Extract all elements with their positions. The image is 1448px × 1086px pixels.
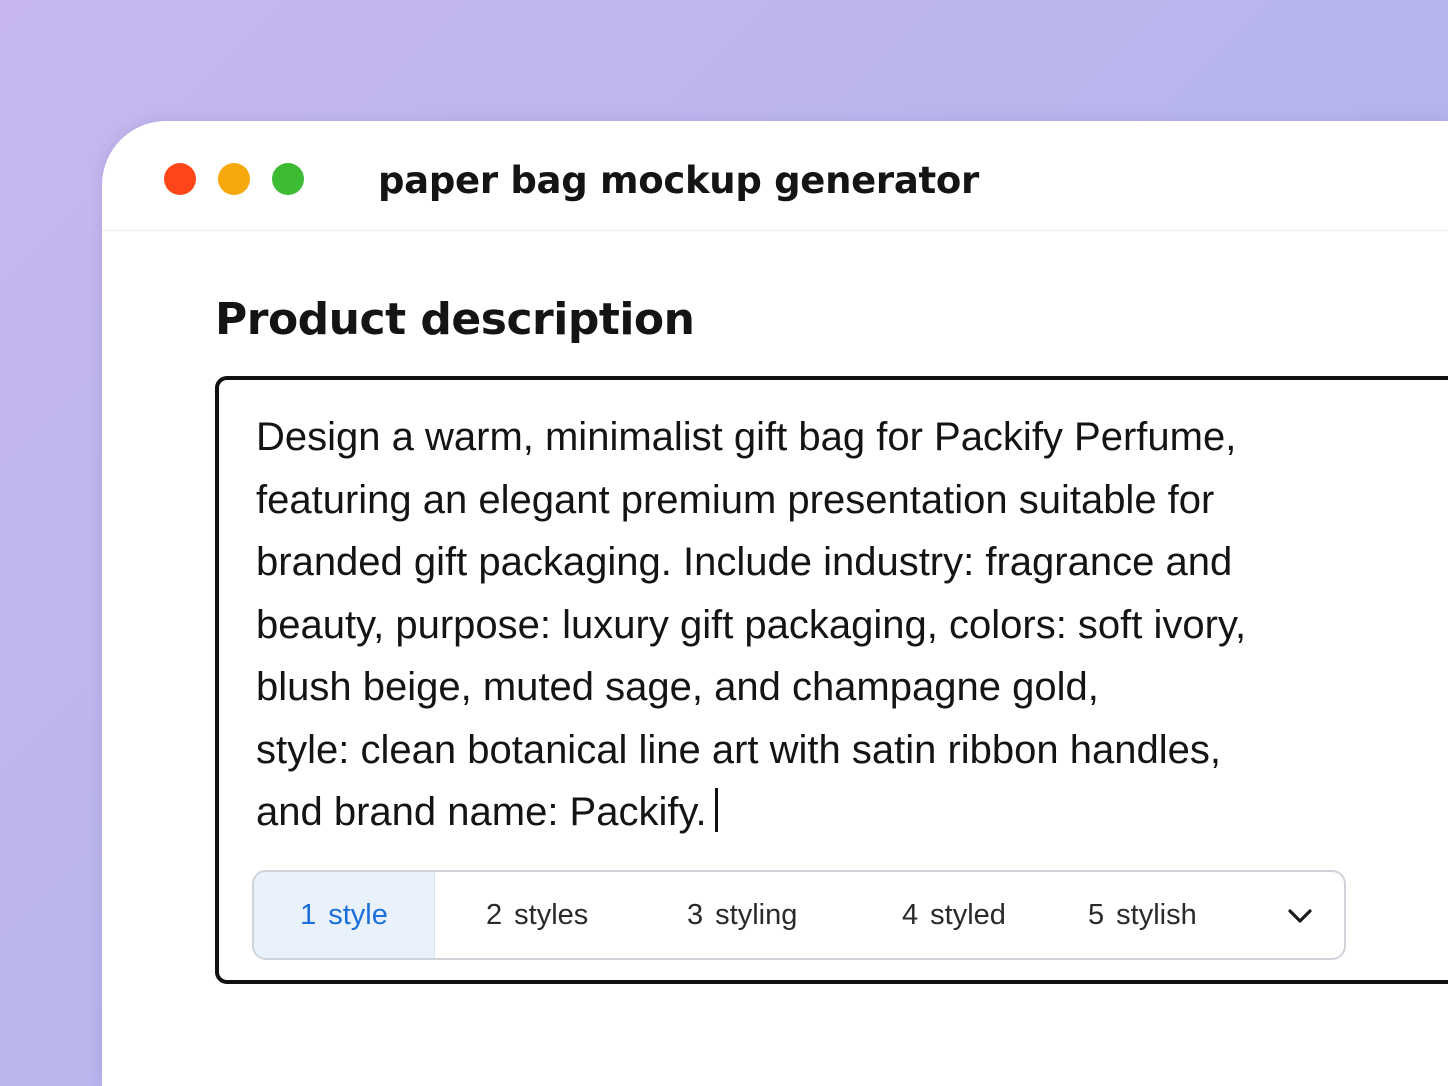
suggestion-number: 5	[1088, 899, 1105, 931]
window-title: paper bag mockup generator	[378, 159, 979, 202]
text-line: style: clean botanical line art with sat…	[256, 727, 1221, 772]
suggestion-number: 2	[486, 899, 503, 931]
product-description-text[interactable]: Design a warm, minimalist gift bag for P…	[256, 406, 1356, 844]
suggestion-label: style	[328, 899, 388, 931]
app-window: paper bag mockup generator Product descr…	[102, 121, 1448, 1086]
product-description-editor[interactable]: Design a warm, minimalist gift bag for P…	[215, 376, 1448, 984]
title-bar: paper bag mockup generator	[102, 121, 1448, 231]
suggestion-number: 4	[902, 899, 919, 931]
suggestion-style[interactable]: 1 style	[254, 872, 435, 958]
text-caret	[714, 788, 718, 832]
maximize-window-button[interactable]	[272, 163, 304, 195]
autocomplete-suggestions: 1 style 2 styles 3 styling 4 styled 5 stylish	[252, 870, 1346, 960]
suggestion-label: styled	[930, 899, 1006, 931]
text-line: beauty, purpose: luxury gift packaging, …	[256, 602, 1247, 647]
minimize-window-button[interactable]	[218, 163, 250, 195]
text-line-content: and brand name: Packify.	[256, 790, 707, 834]
close-window-button[interactable]	[164, 163, 196, 195]
suggestion-number: 3	[687, 899, 704, 931]
suggestion-styles[interactable]: 2 styles	[486, 872, 588, 958]
suggestion-styling[interactable]: 3 styling	[687, 872, 797, 958]
text-line: blush beige, muted sage, and champagne g…	[256, 665, 1099, 709]
text-line: branded gift packaging. Include industry…	[256, 540, 1233, 584]
suggestion-stylish[interactable]: 5 stylish	[1088, 872, 1197, 958]
text-line: featuring an elegant premium presentatio…	[256, 477, 1215, 522]
suggestion-label: stylish	[1116, 899, 1197, 931]
text-line-last: and brand name: Packify.	[256, 781, 1356, 844]
chevron-down-icon[interactable]	[1286, 902, 1314, 930]
suggestion-styled[interactable]: 4 styled	[902, 872, 1006, 958]
suggestion-label: styles	[514, 899, 589, 931]
suggestion-number: 1	[300, 899, 317, 931]
section-heading: Product description	[215, 294, 695, 345]
text-line: Design a warm, minimalist gift bag for P…	[256, 415, 1237, 459]
suggestion-label: styling	[715, 899, 798, 931]
